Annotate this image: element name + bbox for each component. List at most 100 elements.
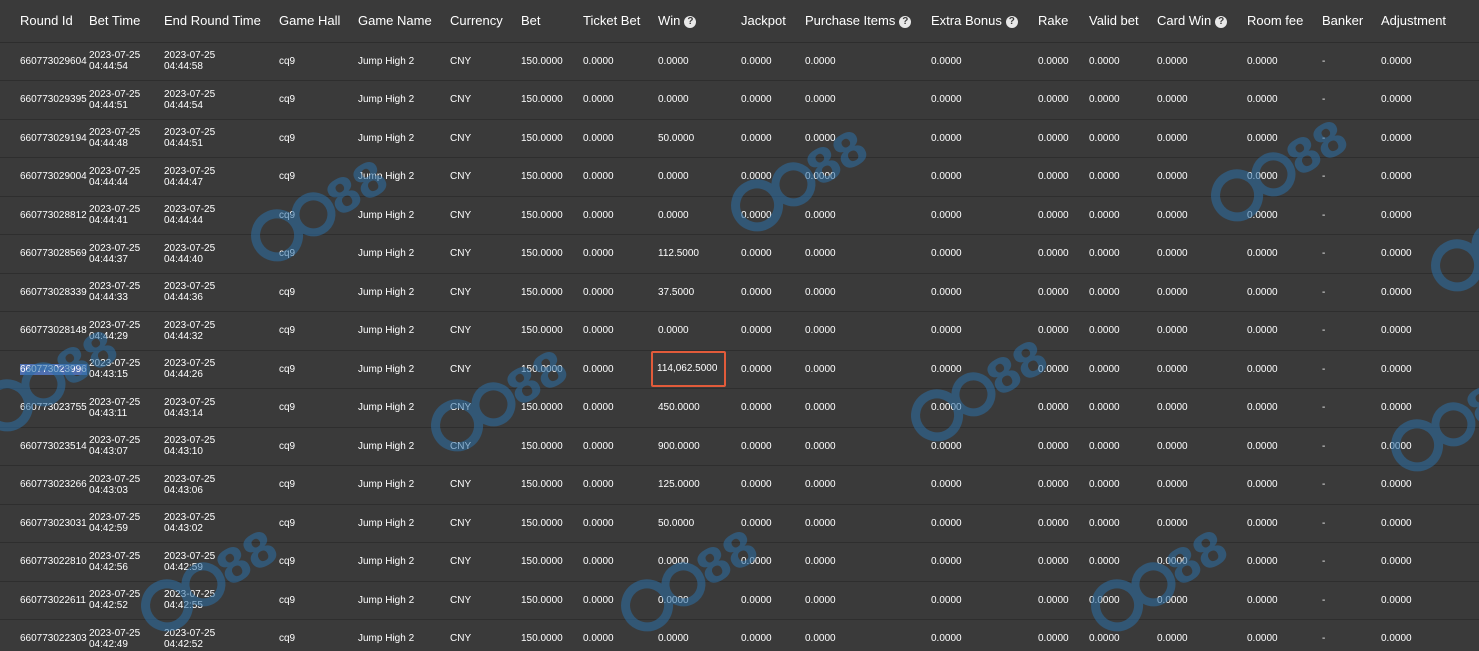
end-time-stack: 2023-07-25 04:44:54 [164, 89, 279, 111]
column-header-extra-bonus[interactable]: Extra Bonus? [931, 0, 1038, 43]
table-row[interactable]: 660773023514 2023-07-25 04:43:07 2023-07-25… [0, 426, 1479, 466]
round-id-value[interactable]: 660773023514 [20, 441, 87, 452]
cell-round-id[interactable]: 660773023031 [0, 503, 89, 543]
round-id-value[interactable]: 660773029194 [20, 133, 87, 144]
table-row[interactable]: 660773022611 2023-07-25 04:42:52 2023-07-25… [0, 580, 1479, 620]
cell-banker: - [1322, 157, 1381, 197]
round-id-value[interactable]: 660773029604 [20, 56, 87, 67]
cell-round-id[interactable]: 660773022303 [0, 619, 89, 651]
cell-round-id[interactable]: 660773023996 [0, 349, 89, 389]
table-row[interactable]: 660773029395 2023-07-25 04:44:51 2023-07-25… [0, 80, 1479, 120]
column-header-adjustment[interactable]: Adjustment [1381, 0, 1479, 43]
column-header-ticket-bet[interactable]: Ticket Bet [583, 0, 658, 43]
column-header-bet-time[interactable]: Bet Time [89, 0, 164, 43]
cell-round-id[interactable]: 660773023755 [0, 388, 89, 428]
currency-value: CNY [450, 594, 472, 606]
game-name-value: Jump High 2 [358, 440, 415, 452]
cell-jackpot: 0.0000 [741, 388, 805, 428]
table-row[interactable]: 660773023755 2023-07-25 04:43:11 2023-07-25… [0, 388, 1479, 428]
column-header-bet[interactable]: Bet [521, 0, 583, 43]
jackpot-value: 0.0000 [741, 363, 772, 375]
column-header-round-id[interactable]: Round Id [0, 0, 89, 43]
round-id-value[interactable]: 660773029395 [20, 94, 87, 105]
table-row[interactable]: 660773022810 2023-07-25 04:42:56 2023-07-25… [0, 542, 1479, 582]
column-header-currency[interactable]: Currency [450, 0, 521, 43]
cell-round-id[interactable]: 660773023266 [0, 465, 89, 505]
table-row[interactable]: 660773029604 2023-07-25 04:44:54 2023-07-25… [0, 41, 1479, 81]
end-date: 2023-07-25 [164, 50, 216, 62]
cell-round-id[interactable]: 660773028569 [0, 234, 89, 274]
table-row[interactable]: 660773029194 2023-07-25 04:44:48 2023-07-25… [0, 118, 1479, 158]
column-header-banker[interactable]: Banker [1322, 0, 1381, 43]
cell-round-id[interactable]: 660773029194 [0, 118, 89, 158]
round-id-value[interactable]: 660773028148 [20, 325, 87, 336]
column-header-jackpot[interactable]: Jackpot [741, 0, 805, 43]
column-header-win[interactable]: Win? [658, 0, 741, 43]
column-header-purchase-items[interactable]: Purchase Items? [805, 0, 931, 43]
table-row[interactable]: 660773029004 2023-07-25 04:44:44 2023-07-25… [0, 157, 1479, 197]
card-win-value: 0.0000 [1157, 517, 1188, 529]
table-row[interactable]: 660773028569 2023-07-25 04:44:37 2023-07-25… [0, 234, 1479, 274]
room-fee-value: 0.0000 [1247, 171, 1278, 183]
bet-time-stack: 2023-07-25 04:42:56 [89, 551, 164, 573]
column-header-end-round-time[interactable]: End Round Time [164, 0, 279, 43]
round-id-value[interactable]: 660773023266 [20, 479, 87, 490]
column-header-label: Rake [1038, 13, 1069, 29]
cell-rake: 0.0000 [1038, 465, 1089, 505]
cell-jackpot: 0.0000 [741, 542, 805, 582]
end-clock: 04:43:14 [164, 407, 203, 419]
column-header-room-fee[interactable]: Room fee [1247, 0, 1322, 43]
jackpot-value: 0.0000 [741, 402, 772, 414]
ticket-bet-value: 0.0000 [583, 594, 614, 606]
table-row[interactable]: 660773028812 2023-07-25 04:44:41 2023-07-25… [0, 195, 1479, 235]
round-id-value[interactable]: 660773022810 [20, 556, 87, 567]
help-icon[interactable]: ? [899, 16, 912, 29]
table-row[interactable]: 660773023996 2023-07-25 04:43:15 2023-07-25… [0, 349, 1479, 389]
cell-round-id[interactable]: 660773029604 [0, 41, 89, 81]
rake-value: 0.0000 [1038, 363, 1069, 375]
column-header-card-win[interactable]: Card Win? [1157, 0, 1247, 43]
game-name-value: Jump High 2 [358, 402, 415, 414]
column-header-label: Currency [450, 13, 503, 29]
round-id-value[interactable]: 660773028339 [20, 287, 87, 298]
cell-round-id[interactable]: 660773022810 [0, 542, 89, 582]
table-row[interactable]: 660773023031 2023-07-25 04:42:59 2023-07-25… [0, 503, 1479, 543]
bet-date: 2023-07-25 [89, 435, 141, 447]
round-id-value[interactable]: 660773028569 [20, 248, 87, 259]
table-row[interactable]: 660773023266 2023-07-25 04:43:03 2023-07-25… [0, 465, 1479, 505]
selected-round-id[interactable]: 660773023996 [20, 363, 87, 375]
round-id-value[interactable]: 660773022611 [20, 595, 86, 606]
column-header-label: Ticket Bet [583, 13, 641, 29]
table-row[interactable]: 660773022303 2023-07-25 04:42:49 2023-07-25… [0, 619, 1479, 651]
cell-extra-bonus: 0.0000 [931, 388, 1038, 428]
cell-win: 0.0000 [658, 580, 741, 620]
cell-round-id[interactable]: 660773028339 [0, 272, 89, 312]
cell-purchase-items: 0.0000 [805, 465, 931, 505]
cell-round-id[interactable]: 660773029004 [0, 157, 89, 197]
column-header-valid-bet[interactable]: Valid bet [1089, 0, 1157, 43]
column-header-game-name[interactable]: Game Name [358, 0, 450, 43]
help-icon[interactable]: ? [684, 16, 697, 29]
end-time-stack: 2023-07-25 04:44:40 [164, 243, 279, 265]
cell-round-id[interactable]: 660773023514 [0, 426, 89, 466]
cell-round-id[interactable]: 660773022611 [0, 580, 89, 620]
round-id-value[interactable]: 660773022303 [20, 633, 87, 644]
round-id-value[interactable]: 660773023031 [20, 518, 87, 529]
table-row[interactable]: 660773028148 2023-07-25 04:44:29 2023-07-25… [0, 311, 1479, 351]
cell-round-id[interactable]: 660773028148 [0, 311, 89, 351]
bet-time-stack: 2023-07-25 04:44:37 [89, 243, 164, 265]
cell-round-id[interactable]: 660773029395 [0, 80, 89, 120]
cell-currency: CNY [450, 388, 521, 428]
round-id-value[interactable]: 660773023755 [20, 402, 87, 413]
help-icon[interactable]: ? [1005, 16, 1018, 29]
column-header-rake[interactable]: Rake [1038, 0, 1089, 43]
column-header-game-hall[interactable]: Game Hall [279, 0, 358, 43]
cell-adjustment: 0.0000 [1381, 80, 1479, 120]
round-id-value[interactable]: 660773028812 [20, 210, 87, 221]
round-id-value[interactable]: 660773029004 [20, 171, 87, 182]
table-row[interactable]: 660773028339 2023-07-25 04:44:33 2023-07-25… [0, 272, 1479, 312]
banker-value: - [1322, 633, 1326, 645]
valid-bet-value: 0.0000 [1089, 556, 1120, 568]
help-icon[interactable]: ? [1215, 16, 1228, 29]
cell-round-id[interactable]: 660773028812 [0, 195, 89, 235]
